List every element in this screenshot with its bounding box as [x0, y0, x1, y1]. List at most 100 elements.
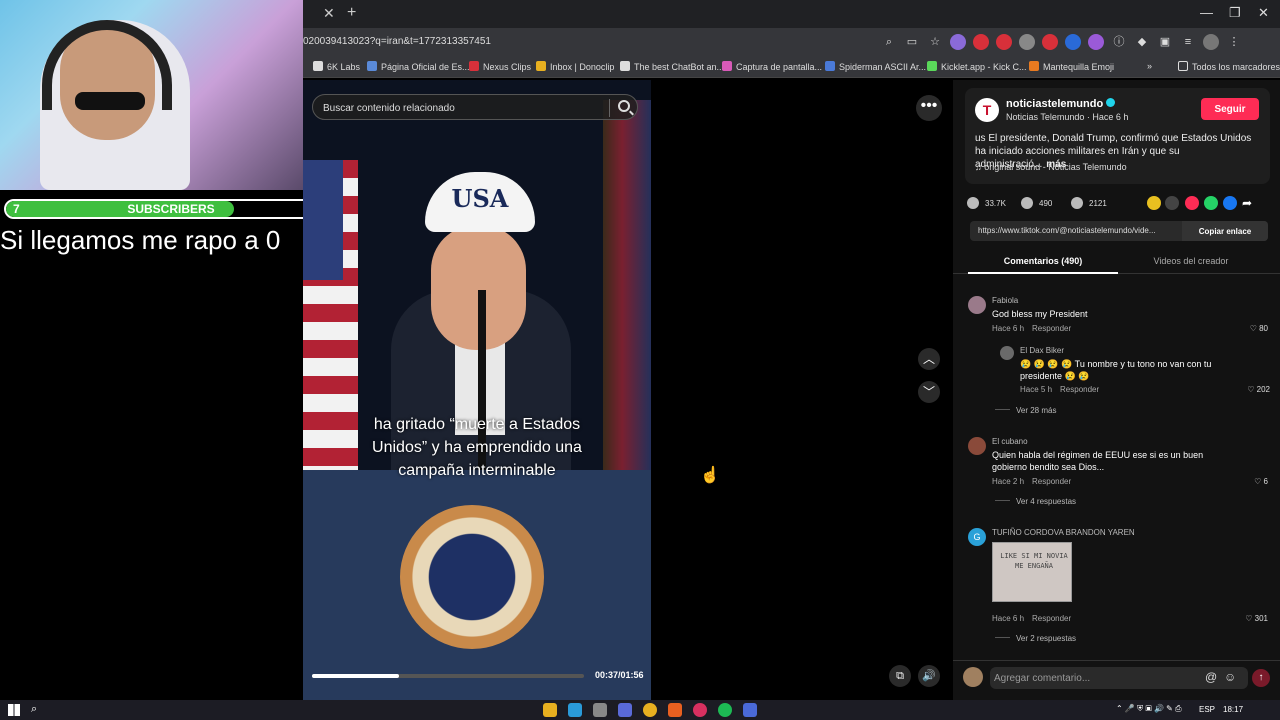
video-progress-fill [312, 674, 400, 678]
comment-like[interactable]: ♡ 202 [1247, 385, 1270, 394]
like-button[interactable]: 33.7K [967, 197, 1006, 209]
bookmark-item[interactable]: Página Oficial de Es... [367, 61, 470, 72]
video-progress-bar[interactable] [312, 674, 584, 678]
restore-icon[interactable]: ❐ [1229, 5, 1241, 21]
comment-like[interactable]: ♡ 80 [1250, 324, 1268, 333]
pip-icon[interactable]: ⧉ [889, 665, 911, 687]
bookmark-folder[interactable]: Todos los marcadores [1178, 61, 1280, 72]
brave-icon[interactable] [668, 703, 682, 717]
send-icon[interactable] [1185, 196, 1199, 210]
bookmark-item[interactable]: Kicklet.app - Kick C... [927, 61, 1027, 72]
bookmark-item[interactable]: Inbox | Donoclip [536, 61, 614, 72]
file-explorer-icon[interactable] [543, 703, 557, 717]
clock[interactable]: 18:17 [1223, 705, 1243, 714]
post-link[interactable]: https://www.tiktok.com/@noticiastelemund… [978, 226, 1178, 235]
volume-icon[interactable]: 🔊 [918, 665, 940, 687]
commenter-name[interactable]: TUFIÑO CORDOVA BRANDON YAREN [992, 528, 1135, 537]
adblock-icon[interactable] [996, 34, 1012, 50]
new-tab-icon[interactable]: + [347, 4, 356, 22]
windows-start-icon[interactable] [8, 704, 20, 716]
facebook-icon[interactable] [1223, 196, 1237, 210]
sound-link[interactable]: ♫ original sound - Noticias Telemundo [975, 162, 1127, 172]
gold-share-icon[interactable] [1147, 196, 1161, 210]
bookmark-item[interactable]: Nexus Clips [469, 61, 531, 72]
copy-link-button[interactable]: Copiar enlace [1182, 221, 1268, 241]
language-indicator[interactable]: ESP [1199, 705, 1215, 714]
comment-like[interactable]: ♡ 6 [1254, 477, 1268, 486]
translate-icon[interactable] [1065, 34, 1081, 50]
info-icon[interactable]: ⓘ [1111, 34, 1127, 50]
app-icon[interactable] [593, 703, 607, 717]
embed-icon[interactable] [1165, 196, 1179, 210]
chevron-up-icon[interactable]: ︿ [918, 348, 940, 370]
profile-avatar[interactable] [1203, 34, 1219, 50]
cast-icon[interactable]: ▭ [904, 34, 920, 50]
search-icon[interactable]: ⌕ [31, 703, 37, 716]
mention-icon[interactable]: @ [1205, 670, 1217, 684]
commenter-avatar[interactable] [968, 296, 986, 314]
extension-icon[interactable]: ◆ [1134, 34, 1150, 50]
extension-icon[interactable] [973, 34, 989, 50]
comment-like[interactable]: ♡ 301 [1245, 614, 1268, 623]
media-icon[interactable] [693, 703, 707, 717]
spotify-icon[interactable] [718, 703, 732, 717]
emoji-icon[interactable]: ☺ [1224, 670, 1236, 684]
extension-icon[interactable] [1088, 34, 1104, 50]
extension-icon[interactable] [1042, 34, 1058, 50]
app-icon[interactable] [743, 703, 757, 717]
bookmark-item[interactable]: Mantequilla Emoji [1029, 61, 1114, 72]
chrome-icon[interactable] [643, 703, 657, 717]
follow-button[interactable]: Seguir [1201, 98, 1259, 120]
bookmark-item[interactable]: The best ChatBot an... [620, 61, 724, 72]
zoom-icon[interactable]: ⌕ [881, 34, 897, 50]
bookmark-item[interactable]: Captura de pantalla... [722, 61, 822, 72]
view-more-replies[interactable]: Ver 28 más [995, 406, 1056, 415]
related-search-input[interactable] [323, 99, 603, 117]
comment-image[interactable]: LIKE SI MI NOVIA ME ENGAÑA [992, 542, 1072, 602]
commenter-avatar[interactable]: G [968, 528, 986, 546]
reply-button[interactable]: Responder [1060, 385, 1099, 394]
tab-comments[interactable]: Comentarios (490) [968, 256, 1118, 266]
reply-button[interactable]: Responder [1032, 324, 1071, 333]
extension-icon[interactable] [950, 34, 966, 50]
app-icon[interactable] [568, 703, 582, 717]
close-tab-icon[interactable]: ✕ [323, 5, 335, 22]
search-icon[interactable] [618, 100, 630, 112]
reply-button[interactable]: Responder [1032, 614, 1071, 623]
commenter-name[interactable]: Fabiola [992, 296, 1018, 305]
commenter-avatar[interactable] [1000, 346, 1014, 360]
commenter-avatar[interactable] [968, 437, 986, 455]
video-player[interactable]: USA ha gritado “muerte a Estados Unidos”… [303, 80, 651, 700]
more-options-icon[interactable]: ••• [916, 95, 942, 121]
commenter-name[interactable]: El cubano [992, 437, 1028, 446]
bookmark-item[interactable]: 6K Labs [313, 61, 360, 72]
puzzle-icon[interactable]: ▣ [1157, 34, 1173, 50]
bookmark-item[interactable]: Spiderman ASCII Ar... [825, 61, 926, 72]
related-search-box[interactable] [312, 94, 638, 120]
close-window-icon[interactable]: ✕ [1258, 5, 1269, 21]
chevron-down-icon[interactable]: ﹀ [918, 381, 940, 403]
creator-avatar[interactable]: T [975, 98, 999, 122]
reply-button[interactable]: Responder [1032, 477, 1071, 486]
comment-button[interactable]: 490 [1021, 197, 1052, 209]
share-arrow-icon[interactable]: ➦ [1242, 196, 1256, 210]
chevron-right-icon[interactable]: » [1147, 61, 1152, 71]
discord-icon[interactable] [618, 703, 632, 717]
view-more-replies[interactable]: Ver 2 respuestas [995, 634, 1076, 643]
commenter-name[interactable]: El Dax Biker [1020, 346, 1064, 355]
kebab-menu-icon[interactable]: ⋮ [1226, 34, 1242, 50]
minimize-icon[interactable]: — [1200, 5, 1213, 20]
address-bar[interactable]: 020039413023?q=iran&t=1772313357451 ⌕ ▭ … [303, 28, 1280, 56]
system-tray[interactable]: ⌃ 🎤 ⛨ ▣ 🔊 ✎ ⎙ [1116, 704, 1181, 714]
tab-creator-videos[interactable]: Videos del creador [1116, 256, 1266, 266]
playlist-icon[interactable]: ≡ [1180, 34, 1196, 50]
whatsapp-icon[interactable] [1204, 196, 1218, 210]
video-time: 00:37/01:56 [595, 670, 644, 680]
view-more-replies[interactable]: Ver 4 respuestas [995, 497, 1076, 506]
extension-icon[interactable] [1019, 34, 1035, 50]
url-text[interactable]: 020039413023?q=iran&t=1772313357451 [303, 36, 491, 47]
send-arrow-icon[interactable]: ↑ [1252, 669, 1270, 687]
creator-username[interactable]: noticiastelemundo [1006, 98, 1116, 110]
save-button[interactable]: 2121 [1071, 197, 1107, 209]
bookmark-star-icon[interactable]: ☆ [927, 34, 943, 50]
